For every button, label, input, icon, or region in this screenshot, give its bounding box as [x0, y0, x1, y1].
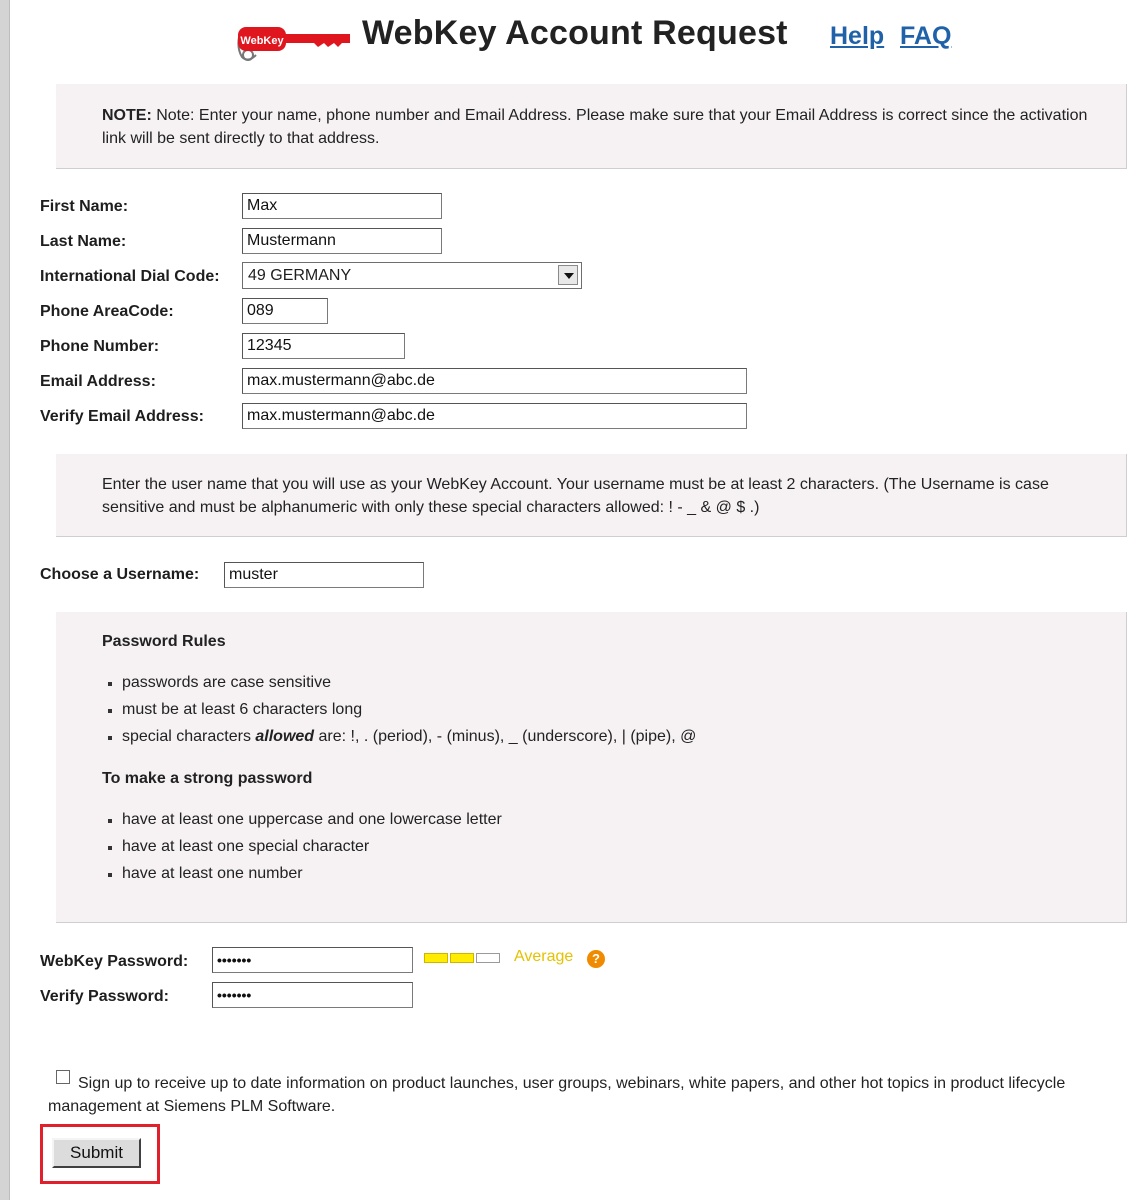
submit-highlight: Submit [40, 1124, 160, 1184]
list-item: special characters allowed are: !, . (pe… [108, 728, 696, 746]
phone-number-label: Phone Number: [40, 338, 160, 355]
verify-email-input[interactable] [242, 403, 747, 429]
username-info-text: Enter the user name that you will use as… [102, 476, 1049, 516]
list-item: have at least one special character [108, 838, 369, 856]
email-input[interactable] [242, 368, 747, 394]
page-header: WebKey WebKey Account Request Help FAQ [0, 14, 1132, 64]
list-item: have at least one number [108, 865, 303, 883]
area-code-label: Phone AreaCode: [40, 303, 174, 320]
list-item: have at least one uppercase and one lowe… [108, 811, 502, 829]
list-item: must be at least 6 characters long [108, 701, 362, 719]
email-label: Email Address: [40, 373, 156, 390]
strength-label: Average [514, 948, 574, 965]
username-input[interactable] [224, 562, 424, 588]
dial-code-value: 49 GERMANY [248, 267, 352, 284]
verify-password-label: Verify Password: [40, 988, 169, 1005]
last-name-input[interactable] [242, 228, 442, 254]
phone-number-input[interactable] [242, 333, 405, 359]
chevron-down-icon[interactable] [558, 265, 578, 285]
svg-text:WebKey: WebKey [240, 35, 284, 47]
password-rules-box: Password Rules passwords are case sensit… [56, 612, 1127, 923]
dial-code-label: International Dial Code: [40, 268, 220, 285]
last-name-label: Last Name: [40, 233, 127, 250]
submit-button[interactable]: Submit [52, 1138, 141, 1168]
username-info-box: Enter the user name that you will use as… [56, 454, 1127, 537]
page-title: WebKey Account Request [362, 14, 788, 52]
note-text: NOTE: Note: Enter your name, phone numbe… [102, 104, 1096, 150]
verify-password-input[interactable] [212, 982, 413, 1008]
note-body: Note: Enter your name, phone number and … [102, 107, 1088, 147]
faq-link[interactable]: FAQ [900, 22, 951, 51]
username-label: Choose a Username: [40, 566, 200, 583]
first-name-input[interactable] [242, 193, 442, 219]
password-rules-heading: Password Rules [102, 633, 226, 650]
strength-meter-segment [424, 953, 448, 963]
note-box: NOTE: Note: Enter your name, phone numbe… [56, 84, 1127, 169]
question-circle-icon[interactable]: ? [587, 950, 605, 968]
signup-text: Sign up to receive up to date informatio… [48, 1075, 1066, 1115]
area-code-input[interactable] [242, 298, 328, 324]
dial-code-select[interactable]: 49 GERMANY [242, 262, 582, 289]
first-name-label: First Name: [40, 198, 129, 215]
webkey-key-logo-icon: WebKey [237, 27, 350, 61]
note-prefix: NOTE: [102, 107, 152, 124]
password-input[interactable] [212, 947, 413, 973]
strong-password-heading: To make a strong password [102, 770, 313, 787]
verify-email-label: Verify Email Address: [40, 408, 204, 425]
help-link[interactable]: Help [830, 22, 884, 51]
window-frame-left [0, 0, 10, 1200]
password-label: WebKey Password: [40, 953, 189, 970]
strength-meter-segment [476, 953, 500, 963]
strength-meter-segment [450, 953, 474, 963]
list-item: passwords are case sensitive [108, 674, 331, 692]
